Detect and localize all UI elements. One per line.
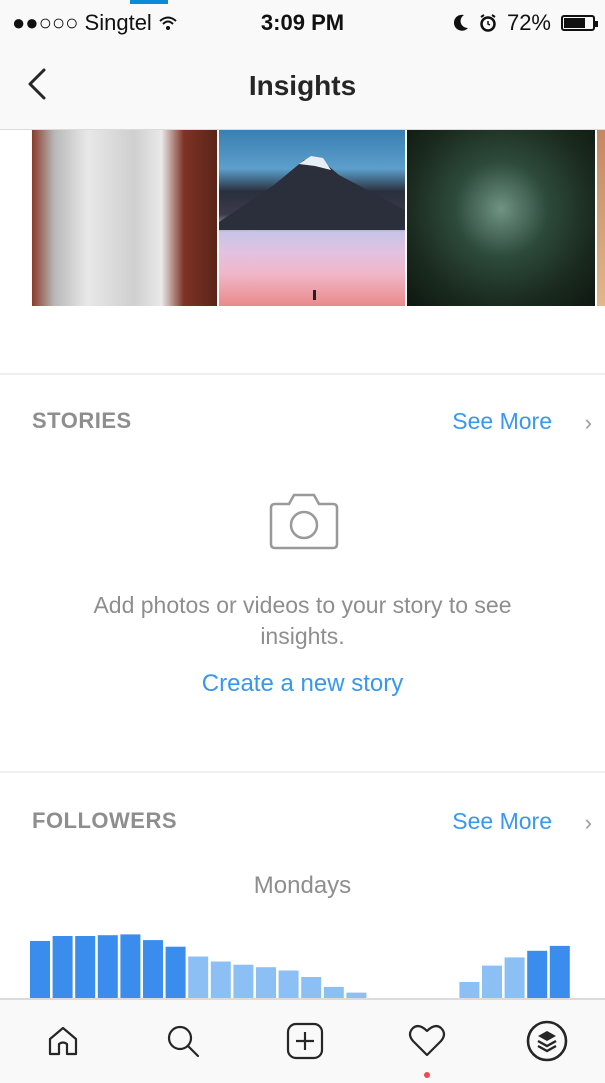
chart-bar: [504, 957, 525, 1000]
mountain-shape: [219, 156, 405, 300]
status-accent-line: [130, 0, 168, 4]
followers-bar-chart: [30, 934, 570, 1000]
alarm-icon: [480, 14, 496, 32]
followers-header: FOLLOWERS See More ›: [32, 808, 592, 838]
chart-bar: [256, 967, 276, 1000]
section-divider: [0, 373, 605, 375]
followers-title: FOLLOWERS: [32, 808, 178, 833]
chart-bar: [52, 936, 73, 1000]
chart-bar: [143, 940, 163, 1000]
stories-title: STORIES: [32, 408, 132, 433]
post-thumbnail-forest[interactable]: [407, 130, 595, 306]
add-post-icon[interactable]: [280, 1016, 330, 1066]
chart-bar: [75, 936, 96, 1000]
post-thumbnail-mountain[interactable]: [219, 130, 405, 306]
stories-see-more-link[interactable]: See More: [452, 408, 552, 435]
status-bar: ●●○○○ Singtel 3:09 PM 72%: [0, 0, 605, 46]
battery-icon: [561, 15, 598, 31]
chart-title: Mondays: [253, 872, 352, 899]
search-icon[interactable]: [158, 1016, 208, 1066]
chevron-right-icon[interactable]: ›: [585, 810, 592, 836]
stories-empty-message: Add photos or videos to your story to se…: [93, 592, 512, 649]
create-new-story-link[interactable]: Create a new story: [0, 670, 605, 698]
chart-bar: [482, 965, 502, 1000]
post-thumbnail-bridge[interactable]: [32, 130, 217, 306]
chart-bar: [278, 970, 299, 1000]
moon-icon: [453, 14, 468, 31]
stories-header: STORIES See More ›: [32, 408, 592, 438]
chart-bar: [30, 941, 50, 1000]
chart-bar: [549, 945, 570, 1000]
activity-heart-icon[interactable]: [402, 1016, 452, 1066]
chart-bar: [188, 956, 209, 1000]
battery-percent: 72%: [506, 10, 551, 35]
chart-bar: [233, 964, 254, 1000]
chart-bar: [210, 961, 231, 1000]
followers-see-more-link[interactable]: See More: [452, 808, 552, 835]
chart-bar: [120, 934, 141, 1000]
status-right: 72%: [453, 10, 598, 36]
camera-icon: [269, 493, 339, 550]
post-thumbnail-partial[interactable]: [597, 130, 605, 306]
profile-stack-icon[interactable]: [522, 1016, 572, 1066]
home-icon[interactable]: [38, 1016, 88, 1066]
chart-bar: [97, 935, 118, 1000]
page-title: Insights: [248, 70, 357, 101]
recent-posts-strip: [0, 130, 605, 306]
chart-bar: [165, 946, 186, 1000]
chart-bar: [527, 950, 548, 1000]
notification-dot: [424, 1072, 430, 1078]
section-divider: [0, 771, 605, 773]
nav-bar: Insights: [0, 46, 605, 130]
chart-bar: [301, 977, 322, 1000]
chevron-right-icon[interactable]: ›: [585, 410, 592, 436]
tab-bar: [0, 998, 605, 1083]
